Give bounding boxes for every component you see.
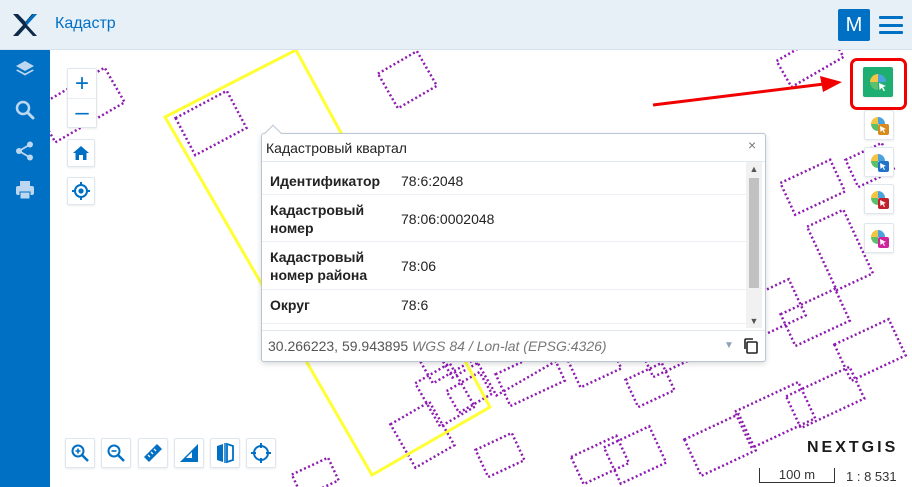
ruler-icon <box>144 444 162 462</box>
sidebar <box>0 50 50 487</box>
crosshair-icon <box>251 443 271 463</box>
locate-icon <box>72 182 90 200</box>
select-tool-button-1[interactable] <box>864 110 894 140</box>
identify-tool-active-button[interactable] <box>863 67 893 97</box>
zoom-in-button[interactable]: + <box>68 69 96 98</box>
coordinates-readout: 30.266223, 59.943895 WGS 84 / Lon-lat (E… <box>268 338 607 354</box>
search-icon[interactable] <box>10 95 40 125</box>
property-key: Кадастровый номер района <box>270 249 368 283</box>
select-blue-icon <box>871 154 889 172</box>
property-row: Идентификатор 78:6:2048 <box>262 162 746 195</box>
popup-close-button[interactable]: × <box>748 137 756 153</box>
copy-icon[interactable] <box>742 337 760 355</box>
property-value: 78:6:2048 <box>401 173 464 189</box>
print-icon[interactable] <box>10 175 40 205</box>
popup-header: Кадастровый квартал × <box>262 134 765 162</box>
nextgis-brand[interactable]: NEXTGIS <box>807 439 898 457</box>
crs-dropdown-icon[interactable]: ▼ <box>724 340 734 351</box>
header: Кадастр M <box>0 0 912 50</box>
identify-point-button[interactable] <box>246 438 276 468</box>
app-title: Кадастр <box>55 15 116 32</box>
brand-text: NEXTGIS <box>807 439 899 456</box>
scale-ratio: 1 : 8 531 <box>846 469 897 484</box>
nextgis-logo-icon[interactable] <box>10 11 38 39</box>
popup-title: Кадастровый квартал <box>266 140 407 156</box>
scroll-thumb[interactable] <box>749 178 759 288</box>
property-value: 78:06:0002048 <box>401 211 495 227</box>
property-row: Кадастровый номер 78:06:0002048 <box>262 195 746 242</box>
area-ruler-icon <box>180 444 198 462</box>
home-extent-button[interactable] <box>67 139 95 167</box>
select-orange-icon <box>871 117 889 135</box>
property-value: 78:6 <box>401 297 429 313</box>
layers-icon[interactable] <box>10 55 40 85</box>
zoom-out-tool-button[interactable] <box>101 438 131 468</box>
popup-properties: Идентификатор 78:6:2048 Кадастровый номе… <box>262 162 765 328</box>
property-row: Кадастровый номер района 78:06 <box>262 242 746 290</box>
crs-label: WGS 84 / Lon-lat (EPSG:4326) <box>412 338 607 354</box>
property-key: Идентификатор <box>270 173 381 189</box>
property-key: Округ <box>270 297 310 313</box>
geolocation-button[interactable] <box>67 177 95 205</box>
hamburger-menu-icon[interactable] <box>878 14 904 36</box>
property-key: Кадастровый номер <box>270 202 365 236</box>
feature-info-popup: Кадастровый квартал × Идентификатор 78:6… <box>261 124 766 362</box>
popup-footer: 30.266223, 59.943895 WGS 84 / Lon-lat (E… <box>262 330 765 362</box>
map-canvas[interactable]: + – Кадастровый квартал × Идентификатор … <box>50 50 912 487</box>
home-icon <box>73 146 89 160</box>
identify-layers-icon <box>870 74 886 92</box>
measure-distance-button[interactable] <box>138 438 168 468</box>
zoom-in-tool-button[interactable] <box>65 438 95 468</box>
select-red-icon <box>871 191 889 209</box>
share-icon[interactable] <box>10 136 40 166</box>
select-tool-button-2[interactable] <box>864 147 894 177</box>
zoom-out-magnifier-icon <box>107 444 125 462</box>
zoom-out-button[interactable]: – <box>68 98 96 127</box>
select-tool-button-4[interactable] <box>864 223 894 253</box>
property-value: 78:06 <box>401 258 437 274</box>
popup-scrollbar[interactable]: ▲ ▼ <box>746 162 762 328</box>
scroll-down-icon[interactable]: ▼ <box>746 314 762 328</box>
property-row: Округ 78:6 <box>262 290 746 324</box>
coordinates-value: 30.266223, 59.943895 <box>268 338 409 354</box>
measure-area-button[interactable] <box>174 438 204 468</box>
zoom-in-magnifier-icon <box>71 444 89 462</box>
user-avatar[interactable]: M <box>838 9 870 41</box>
swipe-icon <box>217 442 234 464</box>
scroll-up-icon[interactable]: ▲ <box>746 162 762 176</box>
select-pink-icon <box>871 230 889 248</box>
zoom-controls: + – <box>67 68 97 128</box>
scale-bar: 100 m <box>759 468 835 483</box>
app: Кадастр M + – Кадастровый квартал × Иден… <box>0 0 912 487</box>
select-tool-button-3[interactable] <box>864 184 894 214</box>
swipe-compare-button[interactable] <box>210 438 240 468</box>
